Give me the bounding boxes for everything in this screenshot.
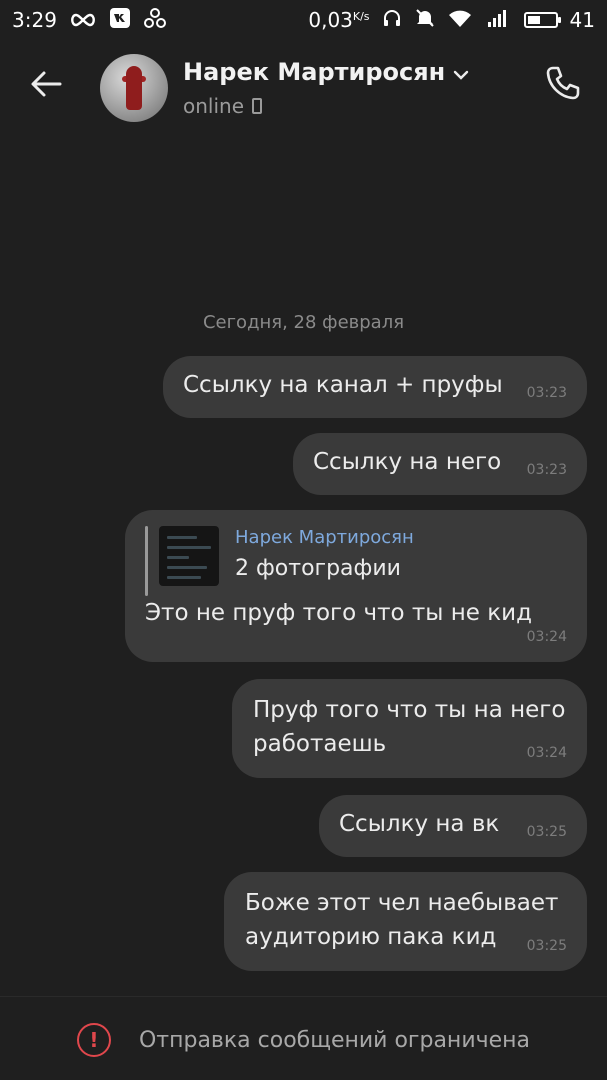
vk-icon [109, 7, 131, 34]
message-bubble[interactable]: Ссылку на канал + пруфы 03:23 [163, 356, 587, 418]
message-time: 03:25 [526, 938, 567, 954]
date-separator: Сегодня, 28 февраля [202, 312, 405, 333]
back-arrow-icon [30, 70, 62, 102]
restriction-notice: ! Отправка сообщений ограничена [0, 1012, 607, 1068]
status-time: 3:29 [12, 8, 57, 32]
status-bar-right: 0,03K/s 41 [308, 7, 595, 34]
network-speed-value: 0,03 [308, 8, 353, 32]
call-button[interactable] [538, 60, 588, 110]
mute-icon [414, 7, 436, 34]
network-icon [143, 7, 167, 34]
message-text-line-1: Боже этот чел наебывает [245, 890, 559, 916]
footer-divider [0, 996, 607, 997]
message-text-line-1: Пруф того что ты на него [253, 697, 566, 723]
message-text: Ссылку на вк [339, 811, 500, 837]
message-bubble[interactable]: Ссылку на него 03:23 [293, 433, 587, 495]
battery-icon [523, 12, 561, 28]
status-bar: 3:29 0,03K/s 41 [0, 0, 607, 40]
message-bubble[interactable]: Ссылку на вк 03:25 [319, 795, 587, 857]
contact-name: Нарек Мартиросян [183, 58, 446, 86]
message-bubble[interactable]: Боже этот чел наебывает аудиторию пака к… [224, 872, 587, 971]
message-time: 03:23 [526, 385, 567, 401]
message-text-line-2: работаешь [253, 731, 387, 757]
phone-icon [544, 64, 582, 106]
message-text: Ссылку на него [313, 449, 502, 475]
warning-icon: ! [76, 1023, 111, 1057]
contact-status-row: online [183, 94, 263, 118]
network-speed: 0,03K/s [308, 8, 369, 32]
message-time: 03:24 [526, 745, 567, 761]
reply-bar [145, 526, 148, 596]
message-text: Ссылку на канал + пруфы [183, 372, 503, 398]
message-time: 03:25 [526, 824, 567, 840]
back-button[interactable] [24, 64, 68, 108]
message-bubble[interactable]: Пруф того что ты на него работаешь 03:24 [232, 679, 587, 778]
infinity-icon [69, 8, 97, 32]
battery-level: 41 [569, 8, 595, 32]
avatar[interactable] [100, 54, 168, 122]
headphones-icon [382, 8, 402, 33]
message-time: 03:24 [526, 629, 567, 645]
reply-author: Нарек Мартиросян [235, 527, 414, 548]
network-speed-unit: K/s [352, 10, 370, 23]
chevron-down-icon [453, 58, 469, 86]
restriction-notice-text: Отправка сообщений ограничена [138, 1027, 531, 1053]
message-text-line-2: аудиторию пака кид [245, 924, 497, 950]
reply-photo-thumbnail[interactable] [159, 526, 219, 586]
contact-name-row[interactable]: Нарек Мартиросян [183, 58, 469, 86]
signal-4g-icon [484, 8, 512, 33]
contact-status: online [183, 94, 245, 118]
message-time: 03:23 [526, 462, 567, 478]
chat-header: Нарек Мартиросян online [0, 42, 607, 132]
status-bar-left: 3:29 [12, 7, 167, 34]
message-bubble-with-reply[interactable]: Нарек Мартиросян 2 фотографии Это не пру… [125, 510, 587, 662]
mobile-device-icon [252, 98, 263, 114]
reply-text: 2 фотографии [235, 556, 401, 581]
wifi-icon [448, 8, 472, 33]
message-text: Это не пруф того что ты не кид [145, 600, 532, 626]
